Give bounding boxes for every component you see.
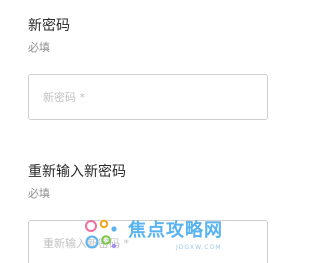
- colored-dots-icon: [85, 219, 117, 249]
- password-form: 新密码 必填 重新输入新密码 必填 焦点攻略网 JDGXW.COM: [0, 0, 268, 263]
- watermark-text: 焦点攻略网: [128, 220, 223, 241]
- new-password-label: 新密码: [28, 18, 70, 34]
- confirm-password-label: 重新输入新密码: [28, 164, 126, 180]
- site-watermark: 焦点攻略网 JDGXW.COM: [84, 216, 254, 256]
- watermark-url: JDGXW.COM: [176, 244, 222, 251]
- new-password-input[interactable]: [29, 75, 267, 119]
- confirm-password-required-hint: 必填: [28, 187, 50, 200]
- new-password-field-container: [28, 74, 268, 120]
- new-password-required-hint: 必填: [28, 41, 50, 54]
